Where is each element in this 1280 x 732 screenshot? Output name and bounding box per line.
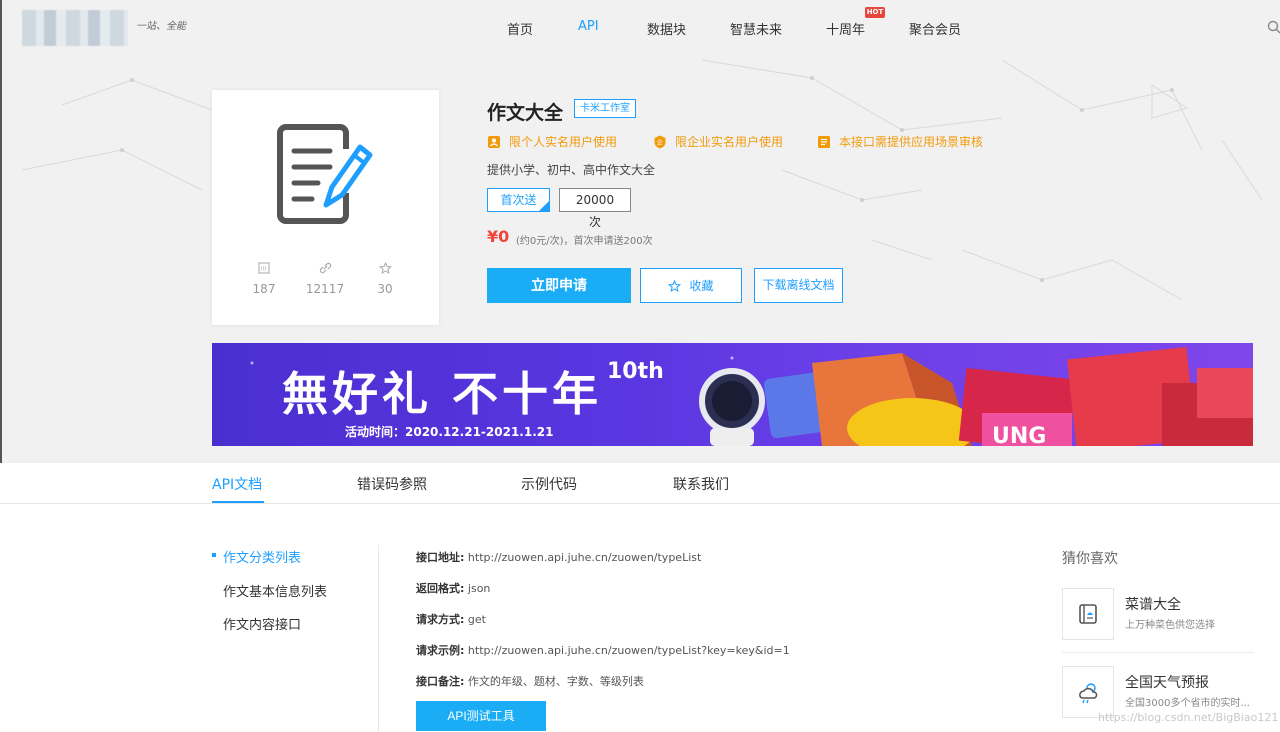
recommend-item-recipes[interactable]: 菜谱大全 上万种菜色供您选择: [1062, 588, 1254, 640]
plan-first-free[interactable]: 首次送: [487, 188, 550, 212]
stat-favorites-value: 30: [377, 282, 393, 296]
recommend-item-name: 全国天气预报: [1125, 675, 1209, 691]
product-card: ID 187 12117 30: [212, 90, 439, 325]
recommend-item-name: 菜谱大全: [1125, 597, 1181, 613]
menu-item-category-list[interactable]: 作文分类列表: [223, 547, 301, 566]
id-card-icon: ID: [258, 262, 270, 274]
nav-api[interactable]: API: [578, 19, 599, 34]
tab-error-codes[interactable]: 错误码参照: [357, 474, 427, 494]
nav-home[interactable]: 首页: [507, 19, 533, 38]
field-remarks-label: 接口备注:: [416, 675, 465, 688]
field-return-format-label: 返回格式:: [416, 582, 465, 595]
tab-contact-us[interactable]: 联系我们: [673, 474, 729, 494]
top-navigation: 一站、全能 首页 API 数据块 智慧未来 十周年 HOT 聚合会员: [0, 0, 1280, 56]
limit-review-label: 本接口需提供应用场景审核: [839, 135, 984, 149]
price: ¥0: [487, 227, 510, 246]
favorite-label: 收藏: [689, 279, 714, 293]
field-request-example-label: 请求示例:: [416, 644, 465, 657]
tab-sample-code[interactable]: 示例代码: [521, 474, 577, 494]
recommend-icon-wrapper: [1062, 588, 1114, 640]
star-outline-icon: [668, 279, 682, 292]
link-icon: [319, 262, 331, 274]
limit-review: 本接口需提供应用场景审核: [817, 133, 983, 150]
document-edit-icon: [277, 124, 373, 224]
anniversary-banner[interactable]: UNG 無好礼 不十年 10th 活动时间：2020.12.21-2021.1.…: [212, 343, 1253, 446]
svg-text:UNG: UNG: [992, 424, 1046, 446]
product-title: 作文大全: [487, 102, 564, 124]
hot-badge: HOT: [865, 7, 885, 18]
nav-tenth-anniversary[interactable]: 十周年: [826, 19, 865, 38]
field-request-example-value: http://zuowen.api.juhe.cn/zuowen/typeLis…: [467, 644, 790, 657]
stat-favorites: 30: [365, 262, 405, 296]
nav-smart-future[interactable]: 智慧未来: [730, 19, 782, 38]
menu-divider: [378, 545, 379, 732]
field-request-example: 请求示例: http://zuowen.api.juhe.cn/zuowen/t…: [416, 642, 790, 658]
limit-personal-label: 限个人实名用户使用: [509, 135, 618, 149]
favorite-button[interactable]: 收藏: [640, 268, 742, 303]
enterprise-verify-icon: 企: [654, 135, 666, 148]
stat-id: ID 187: [244, 262, 284, 296]
recipe-book-icon: [1079, 604, 1097, 624]
doc-tabs: API文档 错误码参照 示例代码 联系我们: [0, 463, 1280, 504]
field-remarks: 接口备注: 作文的年级、题材、字数、等级列表: [416, 673, 644, 689]
api-test-tool-button[interactable]: API测试工具: [416, 701, 546, 731]
banner-date: 活动时间：2020.12.21-2021.1.21: [345, 425, 554, 439]
review-list-icon: [818, 135, 830, 148]
svg-text:ID: ID: [261, 267, 266, 273]
nav-data-block[interactable]: 数据块: [647, 19, 686, 38]
limit-enterprise: 企 限企业实名用户使用: [653, 133, 783, 150]
logo-slogan: 一站、全能: [136, 21, 186, 32]
stat-id-value: 187: [252, 282, 276, 296]
blog-watermark: https://blog.csdn.net/BigBiao121: [1098, 711, 1279, 724]
recommend-divider: [1062, 652, 1254, 653]
field-endpoint-label: 接口地址:: [416, 551, 465, 564]
weather-cloud-icon: [1079, 683, 1098, 704]
stat-calls: 12117: [305, 262, 345, 296]
field-endpoint: 接口地址: http://zuowen.api.juhe.cn/zuowen/t…: [416, 549, 701, 565]
active-menu-dot: [212, 553, 216, 557]
recommend-item-desc: 全国3000多个省市的实时...: [1125, 698, 1250, 709]
star-icon: [378, 262, 392, 274]
studio-badge[interactable]: 卡米工作室: [574, 99, 636, 118]
active-tab-indicator: [212, 501, 264, 503]
plan-first-label: 首次送: [500, 193, 537, 207]
banner-superscript: 10th: [607, 359, 664, 384]
search-icon[interactable]: [1267, 20, 1280, 34]
menu-item-content-api[interactable]: 作文内容接口: [223, 614, 301, 633]
stat-calls-value: 12117: [305, 282, 345, 296]
tab-api-docs[interactable]: API文档: [212, 474, 262, 494]
price-note: (约0元/次)，首次申请送200次: [516, 236, 653, 247]
field-endpoint-value: http://zuowen.api.juhe.cn/zuowen/typeLis…: [467, 551, 702, 564]
recommend-item-desc: 上万种菜色供您选择: [1125, 620, 1215, 631]
field-return-format: 返回格式: json: [416, 580, 490, 596]
recommend-title: 猜你喜欢: [1062, 551, 1118, 567]
field-remarks-value: 作文的年级、题材、字数、等级列表: [467, 675, 644, 688]
banner-title: 無好礼 不十年: [282, 367, 603, 421]
field-request-method-label: 请求方式:: [416, 613, 465, 626]
apply-button[interactable]: 立即申请: [487, 268, 631, 303]
field-request-method: 请求方式: get: [416, 611, 486, 627]
field-return-format-value: json: [467, 582, 491, 595]
menu-item-basic-info-list[interactable]: 作文基本信息列表: [223, 581, 327, 600]
download-offline-doc-button[interactable]: 下载离线文档: [754, 268, 843, 303]
limit-personal: 限个人实名用户使用: [487, 133, 617, 150]
field-request-method-value: get: [467, 613, 486, 626]
limit-enterprise-label: 限企业实名用户使用: [675, 135, 784, 149]
svg-text:企: 企: [657, 138, 663, 146]
nav-membership[interactable]: 聚合会员: [909, 19, 961, 38]
personal-verify-icon: [488, 135, 500, 148]
logo[interactable]: [22, 10, 128, 46]
selected-corner-indicator: [538, 200, 549, 211]
plan-count[interactable]: 20000次: [559, 188, 631, 229]
product-description: 提供小学、初中、高中作文大全: [487, 163, 656, 177]
